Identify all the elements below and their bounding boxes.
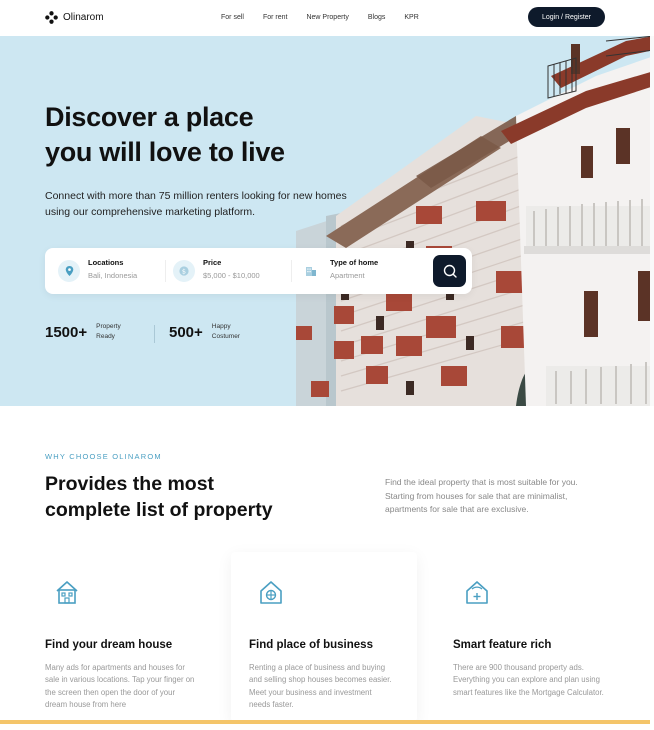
top-navbar: Olinarom For sell For rent New Property … [0, 0, 654, 36]
footer-accent-bar [0, 720, 650, 724]
map-pin-icon [58, 260, 80, 282]
hero-title: Discover a place you will love to live [45, 100, 345, 170]
stat-label-line2: Costumer [211, 333, 240, 340]
feature-smart[interactable]: Smart feature rich There are 900 thousan… [453, 578, 628, 699]
section-title-line1: Provides the most [45, 473, 215, 495]
search-field-price[interactable]: $ Price $5,000 - $10,000 [173, 258, 260, 282]
search-divider [291, 260, 292, 282]
svg-text:$: $ [182, 267, 186, 275]
hero-subtitle-line2: using our comprehensive marketing platfo… [45, 206, 256, 218]
feature-dream-house[interactable]: Find your dream house Many ads for apart… [45, 578, 220, 711]
feature-title: Find your dream house [45, 639, 173, 651]
nav-link-kpr[interactable]: KPR [404, 14, 418, 21]
search-price-label: Price [203, 258, 222, 267]
building-icon [300, 260, 322, 282]
shop-icon [260, 581, 282, 604]
search-icon [443, 264, 457, 278]
nav-links: For sell For rent New Property Blogs KPR [221, 14, 438, 21]
hero-section: Discover a place you will love to live C… [0, 36, 654, 406]
smart-home-icon [466, 581, 488, 604]
search-divider [165, 260, 166, 282]
stat-label-line1: Property [96, 323, 121, 330]
section-title: Provides the most complete list of prope… [45, 471, 273, 523]
hero-title-line1: Discover a place [45, 102, 254, 132]
stat-label-line1: Happy [211, 323, 231, 330]
dollar-icon: $ [173, 260, 195, 282]
stat-number: 1500+ [45, 323, 88, 341]
flower-icon [45, 11, 58, 24]
stat-label: Property Ready [96, 322, 121, 342]
feature-title: Find place of business [249, 639, 373, 651]
feature-description: Renting a place of business and buying a… [249, 663, 392, 709]
nav-link-blogs[interactable]: Blogs [368, 14, 386, 21]
property-search-bar: Locations Bali, Indonesia $ Price $5,000… [45, 248, 472, 294]
section-tag: WHY CHOOSE OLINAROM [45, 452, 162, 461]
hero-subtitle-line1: Connect with more than 75 million renter… [45, 190, 347, 202]
nav-link-for-rent[interactable]: For rent [263, 14, 288, 21]
search-type-value: Apartment [330, 271, 365, 280]
nav-link-for-sell[interactable]: For sell [221, 14, 244, 21]
stat-divider [154, 325, 155, 343]
feature-description: There are 900 thousand property ads. Eve… [453, 663, 604, 697]
feature-title: Smart feature rich [453, 639, 552, 651]
feature-business-place[interactable]: Find place of business Renting a place o… [249, 578, 424, 711]
stat-label-line2: Ready [96, 333, 115, 340]
hero-title-line2: you will love to live [45, 137, 285, 167]
stat-number: 500+ [169, 323, 203, 341]
search-price-value: $5,000 - $10,000 [203, 271, 260, 280]
search-type-label: Type of home [330, 258, 379, 267]
section-description: Find the ideal property that is most sui… [385, 477, 578, 514]
brand-name: Olinarom [63, 12, 104, 23]
feature-description: Many ads for apartments and houses for s… [45, 663, 195, 709]
stat-happy-customer: 500+ Happy Costumer [169, 322, 240, 342]
nav-link-new-property[interactable]: New Property [306, 14, 348, 21]
login-register-button[interactable]: Login / Register [528, 7, 605, 27]
stat-label: Happy Costumer [212, 322, 240, 342]
search-location-value: Bali, Indonesia [88, 271, 138, 280]
hero-subtitle: Connect with more than 75 million renter… [45, 188, 385, 220]
hero-building-image [296, 36, 654, 406]
search-field-location[interactable]: Locations Bali, Indonesia [58, 258, 137, 282]
stat-property-ready: 1500+ Property Ready [45, 322, 121, 342]
search-button[interactable] [433, 255, 466, 287]
search-field-type[interactable]: Type of home Apartment [300, 258, 378, 282]
section-title-line2: complete list of property [45, 499, 273, 521]
house-icon [56, 581, 78, 604]
brand-logo[interactable]: Olinarom [45, 11, 104, 24]
search-location-label: Locations [88, 258, 124, 267]
